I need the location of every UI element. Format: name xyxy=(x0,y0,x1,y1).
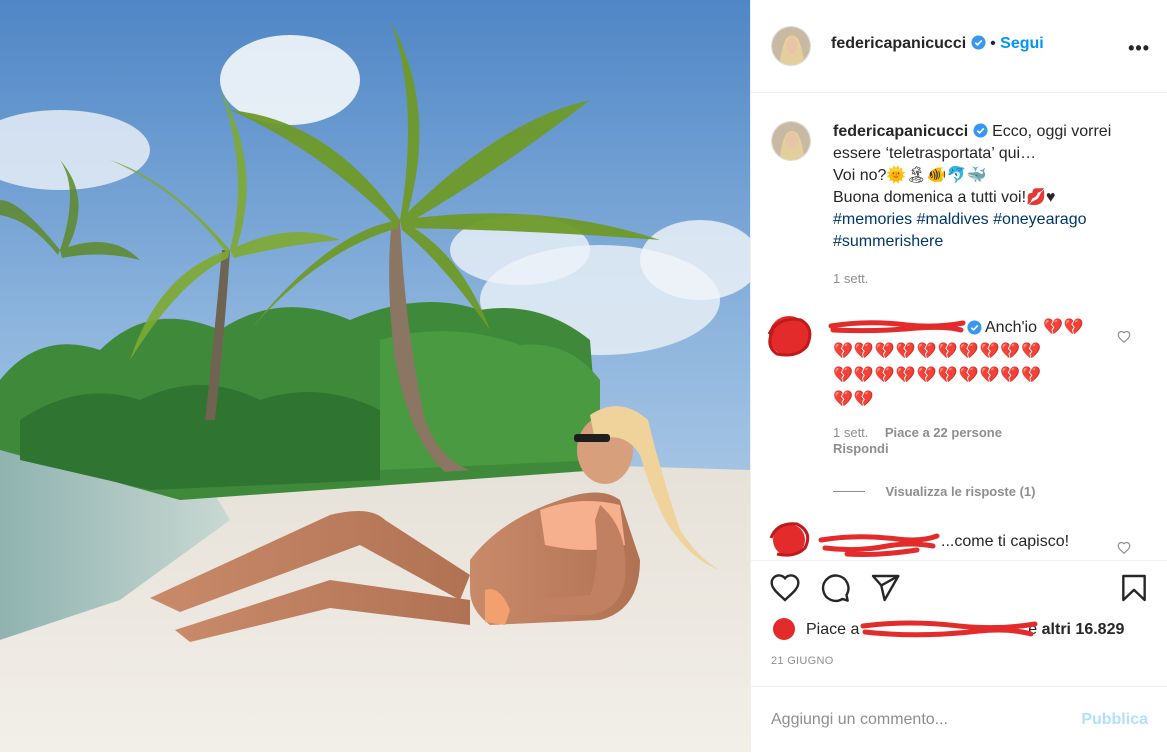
author-avatar[interactable] xyxy=(771,26,811,66)
verified-icon xyxy=(973,123,988,138)
more-icon[interactable]: ••• xyxy=(1128,38,1150,59)
comment-like-icon[interactable] xyxy=(1117,330,1131,344)
avatar-image xyxy=(772,122,810,160)
comment-emoji: 💔💔💔💔💔💔💔💔💔💔 xyxy=(833,343,1043,360)
bookmark-icon[interactable] xyxy=(1118,572,1150,604)
verified-icon xyxy=(971,35,986,50)
post-header: federicapanicucci • Segui ••• xyxy=(751,0,1167,93)
view-replies-button[interactable]: Visualizza le risposte (1) xyxy=(833,483,1036,501)
comment-emoji-block: 💔💔💔💔💔💔💔💔💔💔 💔💔💔💔💔💔💔💔💔💔 💔💔 xyxy=(833,340,1093,412)
share-icon[interactable] xyxy=(869,572,901,604)
redacted-username xyxy=(828,320,966,334)
caption-avatar[interactable] xyxy=(771,121,811,161)
comment-icon[interactable] xyxy=(819,572,851,604)
post-actions: Piace a e altri 16.829 21 GIUGNO xyxy=(751,560,1167,680)
post-sidebar: federicapanicucci • Segui ••• federicapa… xyxy=(750,0,1167,752)
comment-time[interactable]: 1 sett. xyxy=(833,425,868,440)
avatar-image xyxy=(772,27,810,65)
comment-text: Anch'io xyxy=(985,319,1037,336)
add-comment-bar: Aggiungi un commento... Pubblica xyxy=(751,686,1167,753)
comment-input[interactable]: Aggiungi un commento... xyxy=(771,711,948,729)
heart-icon[interactable] xyxy=(769,572,801,604)
caption-time[interactable]: 1 sett. xyxy=(833,271,868,286)
caption-text-line2: Voi no?🌞🏝🐠🐬🐳 xyxy=(833,167,987,184)
publish-button[interactable]: Pubblica xyxy=(1081,711,1148,729)
redacted-username xyxy=(860,620,1038,638)
follow-button[interactable]: Segui xyxy=(1000,35,1044,52)
comment-emoji: 💔💔 xyxy=(1043,319,1085,336)
divider-line xyxy=(751,560,1167,561)
separator-dot: • xyxy=(990,35,996,52)
header-line: federicapanicucci • Segui xyxy=(831,35,1044,53)
beach-photo-image xyxy=(0,0,750,752)
likes-count[interactable]: altri 16.829 xyxy=(1042,621,1125,638)
hashtag-link[interactable]: #oneyearago xyxy=(993,211,1086,228)
post-photo[interactable] xyxy=(0,0,750,752)
comment-likes[interactable]: Piace a 22 persone xyxy=(885,425,1002,440)
hashtag-link[interactable]: #summerishere xyxy=(833,233,943,250)
post-caption: federicapanicucci Ecco, oggi vorrei esse… xyxy=(833,121,1143,253)
post-date[interactable]: 21 GIUGNO xyxy=(771,655,834,667)
author-username[interactable]: federicapanicucci xyxy=(831,35,966,52)
redacted-avatar xyxy=(773,618,795,640)
hashtag-link[interactable]: #maldives xyxy=(917,211,989,228)
redacted-username xyxy=(818,533,940,557)
redacted-avatar xyxy=(767,316,812,357)
comment-emoji: 💔💔 xyxy=(833,391,875,408)
verified-icon xyxy=(967,320,982,335)
comment-like-icon[interactable] xyxy=(1117,541,1131,555)
caption-text-line3: Buona domenica a tutti voi!💋♥ xyxy=(833,189,1056,206)
comment-emoji: 💔💔💔💔💔💔💔💔💔💔 xyxy=(833,367,1043,384)
comment-text: ...come ti capisco! xyxy=(941,533,1070,550)
view-replies-label: Visualizza le risposte (1) xyxy=(885,484,1036,499)
redacted-avatar xyxy=(769,522,810,557)
likes-prefix: Piace a xyxy=(806,621,860,638)
reply-button[interactable]: Rispondi xyxy=(833,441,889,456)
caption-username[interactable]: federicapanicucci xyxy=(833,123,968,140)
comment-meta: 1 sett. Piace a 22 persone xyxy=(833,424,1002,442)
hashtag-link[interactable]: #memories xyxy=(833,211,912,228)
divider-line xyxy=(833,491,865,493)
